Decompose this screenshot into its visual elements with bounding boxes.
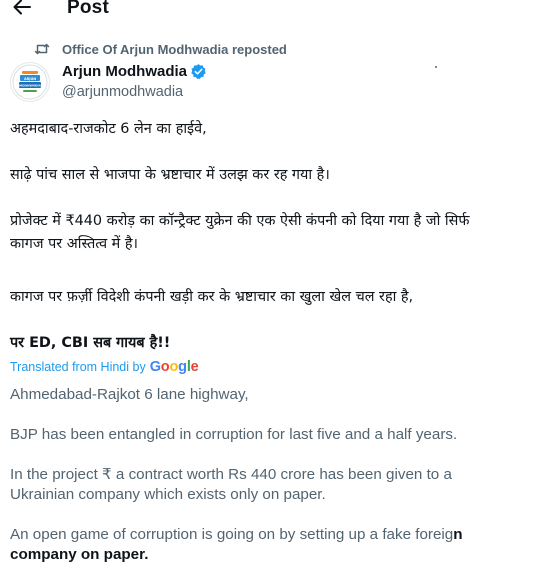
translation-line: An open game of corruption is going on b… [10, 525, 463, 545]
translation-line: BJP has been entangled in corruption for… [10, 426, 458, 443]
left-arrow-icon [13, 0, 31, 15]
post-text-line-bold: पर ED, CBI सब गायब है!! [10, 335, 171, 351]
repost-indicator[interactable]: Office Of Arjun Modhwadia reposted [34, 40, 287, 58]
translation-line-bold-tail: n [453, 526, 463, 543]
post-text-line: प्रोजेक्ट में ₹440 करोड़ का कॉन्ट्रैक्ट … [10, 213, 470, 229]
post-text-line: कागज पर अस्तित्व में है। [10, 236, 138, 252]
translation-attribution[interactable]: Translated from Hindi by Google [10, 359, 199, 375]
verified-badge-icon[interactable] [190, 63, 207, 80]
translation-line-text: An open game of corruption is going on b… [10, 526, 454, 543]
top-bar: Post [0, 0, 556, 24]
google-logo: Google [149, 359, 199, 375]
translation-line-bold: company on paper. [10, 546, 149, 563]
avatar-text-line: MODHWADIA [19, 84, 42, 88]
author-name[interactable]: Arjun Modhwadia [62, 63, 207, 80]
dot-mark [435, 66, 437, 68]
translation-label: Translated from Hindi by [10, 360, 146, 374]
repost-text: Office Of Arjun Modhwadia reposted [62, 41, 287, 57]
repost-icon [34, 43, 50, 55]
back-button[interactable] [12, 0, 32, 18]
avatar[interactable]: ARJUN MODHWADIA [10, 62, 50, 102]
translation-line: In the project ₹ a contract worth Rs 440… [10, 466, 452, 483]
post-text-line: साढ़े पांच साल से भाजपा के भ्रष्टाचार मे… [10, 167, 330, 183]
translation-line: Ahmedabad-Rajkot 6 lane highway, [10, 386, 249, 403]
avatar-text-line: ARJUN [24, 77, 36, 81]
post-text-line: अहमदाबाद-राजकोट 6 लेन का हाईवे, [10, 121, 207, 137]
avatar-logo: ARJUN MODHWADIA [12, 64, 48, 100]
author-name-text: Arjun Modhwadia [62, 63, 187, 80]
page-title: Post [67, 0, 109, 18]
author-handle[interactable]: @arjunmodhwadia [62, 84, 183, 100]
post-text-line: कागज पर फ़र्ज़ी विदेशी कंपनी खड़ी कर के … [10, 289, 414, 305]
translation-line: Ukrainian company which exists only on p… [10, 486, 326, 503]
translation-line: company on paper. [10, 545, 148, 565]
